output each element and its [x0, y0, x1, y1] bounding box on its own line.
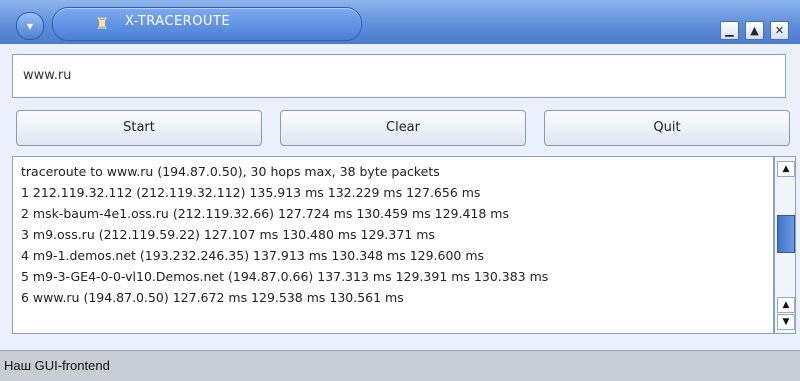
window-menu-button[interactable]: ▾: [16, 12, 44, 40]
maximize-button[interactable]: ▲: [745, 21, 764, 40]
close-button[interactable]: ✕: [770, 21, 789, 40]
vertical-scrollbar[interactable]: ▲ ▲ ▼: [774, 156, 796, 334]
window-title: X-TRACEROUTE: [125, 14, 231, 29]
output-line: 2 msk-baum-4e1.oss.ru (212.119.32.66) 12…: [21, 206, 510, 221]
app-icon: ♜: [95, 14, 110, 33]
app-window: ▾ ♜ X-TRACEROUTE ▁ ▲ ✕ www.ru Start Clea…: [0, 0, 800, 350]
scroll-up-button-lower[interactable]: ▲: [777, 297, 795, 313]
output-line: 5 m9-3-GE4-0-0-vl10.Demos.net (194.87.0.…: [21, 269, 549, 284]
figure-caption: Наш GUI-frontend: [0, 350, 800, 381]
start-button[interactable]: Start: [16, 110, 262, 146]
output-line: 4 m9-1.demos.net (193.232.246.35) 137.91…: [21, 248, 485, 263]
output-line: 3 m9.oss.ru (212.119.59.22) 127.107 ms 1…: [21, 227, 435, 242]
host-input[interactable]: www.ru: [12, 54, 786, 98]
title-bar[interactable]: ▾ ♜ X-TRACEROUTE ▁ ▲ ✕: [0, 0, 800, 44]
scroll-thumb[interactable]: [777, 215, 795, 253]
quit-button[interactable]: Quit: [544, 110, 790, 146]
scroll-down-button[interactable]: ▼: [777, 314, 795, 330]
output-line: 6 www.ru (194.87.0.50) 127.672 ms 129.53…: [21, 290, 404, 305]
output-line: traceroute to www.ru (194.87.0.50), 30 h…: [21, 164, 440, 179]
clear-button[interactable]: Clear: [280, 110, 526, 146]
output-line: 1 212.119.32.112 (212.119.32.112) 135.91…: [21, 185, 481, 200]
traceroute-output[interactable]: traceroute to www.ru (194.87.0.50), 30 h…: [12, 156, 774, 334]
scroll-up-button[interactable]: ▲: [777, 161, 795, 177]
minimize-button[interactable]: ▁: [720, 21, 739, 40]
